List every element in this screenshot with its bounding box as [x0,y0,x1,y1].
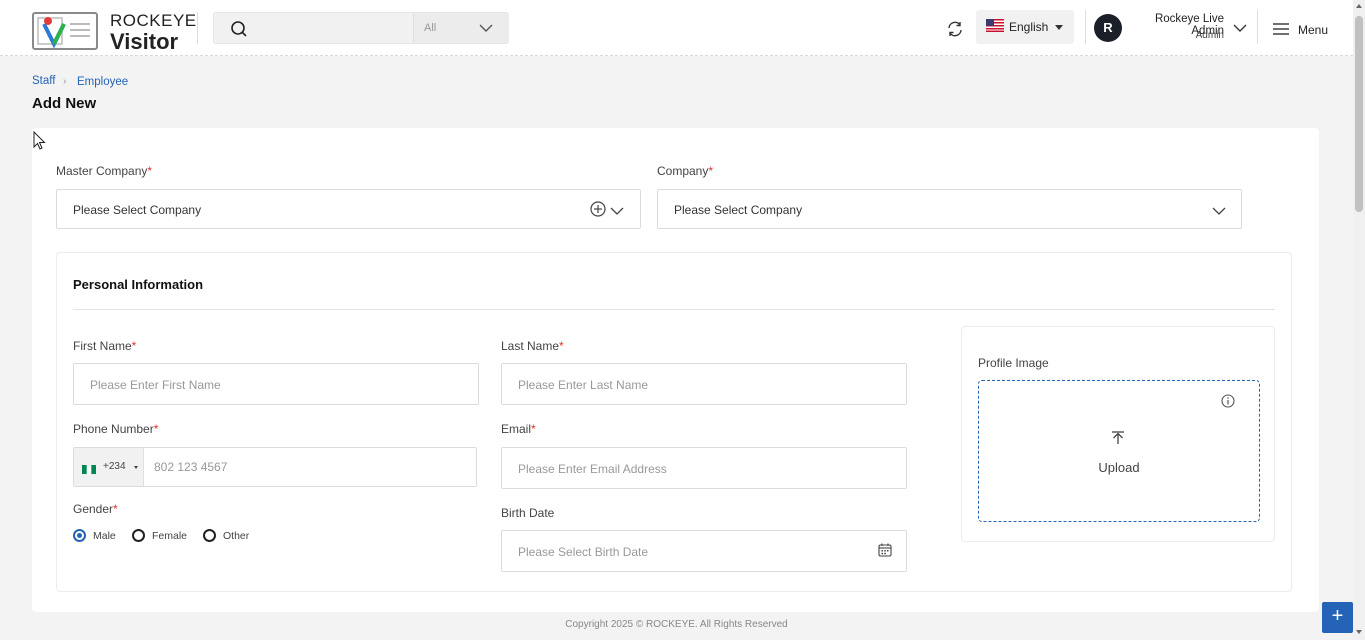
master-company-value: Please Select Company [73,203,202,217]
avatar[interactable]: R [1094,14,1122,42]
dial-code: +234 [103,461,126,472]
phone-field: +234 802 123 4567 [73,447,477,487]
divider [197,12,198,44]
top-header: ROCKEYE Visitor All English R Rockeye Li… [0,0,1353,56]
scroll-down-icon[interactable] [1356,630,1362,634]
chevron-down-icon[interactable] [1233,22,1247,34]
gender-label-male[interactable]: Male [93,530,116,542]
mouse-cursor-icon [33,130,47,151]
email-label: Email* [501,422,536,436]
us-flag-icon [986,19,1004,32]
upload-label: Upload [1098,460,1140,475]
search-bar: All [213,12,509,44]
master-company-select[interactable]: Please Select Company [56,189,641,229]
user-role: Admin [1195,30,1224,41]
email-placeholder: Please Enter Email Address [518,462,667,476]
email-field[interactable]: Please Enter Email Address [501,447,907,489]
upload-icon [1111,431,1125,447]
logo-text-product: Visitor [110,29,179,54]
first-name-placeholder: Please Enter First Name [90,378,221,392]
scroll-up-icon[interactable] [1356,4,1362,8]
logo-mark [32,12,98,50]
birth-date-field[interactable]: Please Select Birth Date [501,530,907,572]
gender-radio-other[interactable] [203,529,216,542]
gender-radio-male[interactable] [73,529,86,542]
hamburger-menu-icon[interactable] [1272,22,1290,36]
app-logo[interactable]: ROCKEYE Visitor [32,10,200,54]
breadcrumb-separator: › [63,76,67,87]
birth-date-placeholder: Please Select Birth Date [518,545,649,559]
first-name-field[interactable]: Please Enter First Name [73,363,479,405]
caret-down-icon [134,466,138,469]
divider [73,309,1275,310]
master-company-label: Master Company* [56,164,153,178]
add-fab-button[interactable]: + [1322,602,1353,633]
chevron-down-icon [610,205,624,215]
language-label: English [1009,20,1049,34]
company-label: Company* [657,164,714,178]
search-filter-select[interactable]: All [413,13,509,43]
gender-label-other[interactable]: Other [223,530,249,542]
gender-radio-female[interactable] [132,529,145,542]
phone-label: Phone Number* [73,422,159,436]
info-icon[interactable] [1221,394,1235,408]
divider [1257,10,1258,44]
last-name-placeholder: Please Enter Last Name [518,378,649,392]
caret-down-icon [1055,25,1063,30]
language-selector[interactable]: English [976,10,1074,44]
last-name-label: Last Name* [501,339,564,353]
footer-copyright: Copyright 2025 © ROCKEYE. All Rights Res… [565,619,788,630]
calendar-icon[interactable] [878,543,892,557]
first-name-label: First Name* [73,339,137,353]
gender-label-female[interactable]: Female [152,530,187,542]
logo-text-brand: ROCKEYE [110,11,197,30]
company-value: Please Select Company [674,203,803,217]
page-scrollbar[interactable] [1353,0,1365,640]
page-title: Add New [32,95,97,112]
search-icon[interactable] [230,20,248,38]
gender-label: Gender* [73,502,118,516]
refresh-icon[interactable] [946,20,964,38]
country-code-select[interactable]: +234 [74,448,144,486]
company-select[interactable]: Please Select Company [657,189,1242,229]
breadcrumb-staff[interactable]: Staff [32,75,55,87]
search-filter-value: All [424,22,437,34]
profile-image-label: Profile Image [978,356,1049,370]
search-input[interactable] [254,17,404,41]
nigeria-flag-icon [82,463,96,474]
upload-dropzone[interactable] [978,380,1260,522]
chevron-down-icon [1212,205,1226,215]
last-name-field[interactable]: Please Enter Last Name [501,363,907,405]
breadcrumb-employee[interactable]: Employee [77,76,128,88]
scroll-thumb[interactable] [1355,16,1363,212]
divider [1085,10,1086,44]
chevron-down-icon [479,22,493,34]
birth-date-label: Birth Date [501,506,555,520]
section-title: Personal Information [73,277,204,292]
add-circle-icon[interactable] [590,201,606,217]
phone-input[interactable]: 802 123 4567 [154,460,227,474]
menu-button[interactable]: Menu [1298,23,1328,37]
